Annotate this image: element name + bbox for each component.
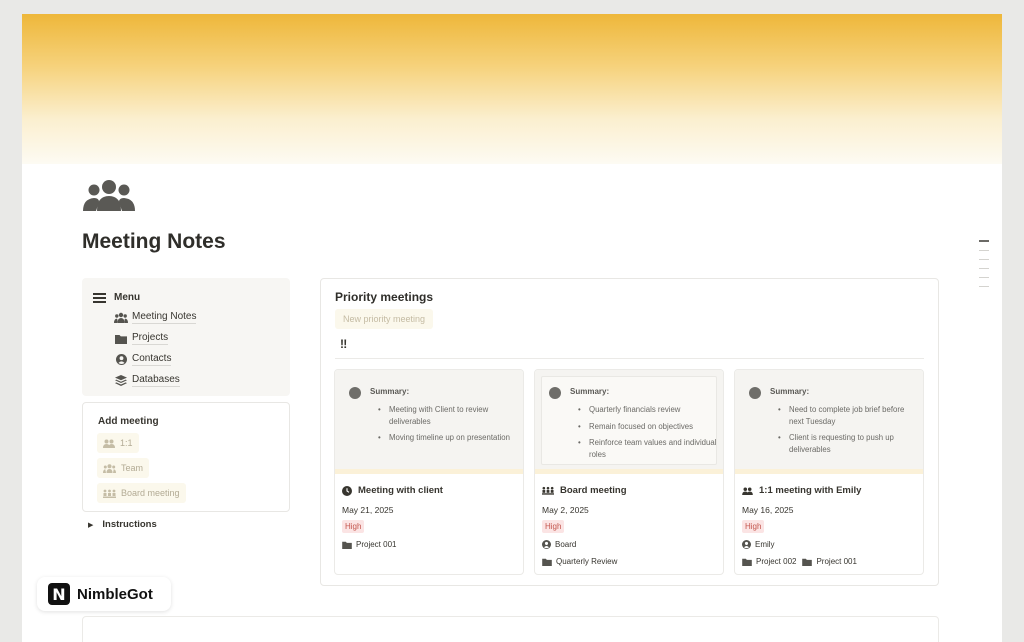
list-item: Need to complete job brief before next T…: [778, 404, 917, 427]
priority-meetings-view: Priority meetings New priority meeting ‼…: [320, 278, 939, 586]
board-icon: [542, 486, 554, 495]
list-item: Remain focused on objectives: [578, 421, 717, 433]
card-title: Meeting with client: [342, 485, 443, 496]
meeting-card[interactable]: Summary: Need to complete job brief befo…: [734, 369, 924, 575]
notion-page: Meeting Notes Menu Meeting Notes Project…: [22, 14, 1002, 642]
brand-name: NimbleGot: [77, 585, 153, 603]
brand-logo: N: [48, 583, 70, 605]
project-property: Quarterly Review: [542, 557, 617, 566]
board-icon: [103, 489, 116, 498]
hamburger-icon: [93, 293, 106, 303]
list-item: Reinforce team values and individual rol…: [578, 437, 717, 460]
people-group-icon[interactable]: [82, 178, 136, 212]
two-people-icon: [742, 486, 753, 495]
project-property: Project 002 Project 001: [742, 557, 857, 566]
meeting-date: May 2, 2025: [542, 505, 589, 515]
summary-list: Quarterly financials review Remain focus…: [578, 404, 717, 465]
page-title: Meeting Notes: [82, 230, 226, 253]
list-item: Client is requesting to push up delivera…: [778, 432, 917, 455]
add-meeting-panel: Add meeting 1:1 Team Board meeting: [82, 402, 290, 512]
summary-list: Meeting with Client to review deliverabl…: [378, 404, 517, 449]
divider: [335, 358, 924, 359]
meeting-card[interactable]: Summary: Meeting with Client to review d…: [334, 369, 524, 575]
add-meeting-heading: Add meeting: [98, 416, 159, 427]
add-one-on-one-button[interactable]: 1:1: [97, 433, 139, 453]
menu-item-databases[interactable]: Databases: [114, 374, 180, 387]
menu-item-meeting-notes[interactable]: Meeting Notes: [114, 311, 197, 324]
card-preview: Summary: Need to complete job brief befo…: [735, 370, 923, 474]
list-item: Quarterly financials review: [578, 404, 717, 416]
meeting-date: May 21, 2025: [342, 505, 394, 515]
toggle-triangle-icon: ▶: [88, 521, 94, 529]
menu-item-contacts[interactable]: Contacts: [114, 353, 172, 366]
list-item: Moving timeline up on presentation: [378, 432, 517, 444]
layers-icon: [114, 375, 128, 387]
summary-list: Need to complete job brief before next T…: [778, 404, 917, 460]
clock-icon: [342, 485, 352, 496]
person-circle-icon: [742, 540, 751, 549]
menu-callout: Menu Meeting Notes Projects Contacts Dat…: [82, 278, 290, 396]
person-circle-icon: [114, 354, 128, 366]
project-property: Project 001: [342, 540, 396, 549]
list-item: Meeting with Client to review deliverabl…: [378, 404, 517, 427]
person-circle-icon: [542, 540, 551, 549]
folder-icon: [342, 541, 352, 549]
priority-meetings-title: Priority meetings: [335, 290, 434, 304]
meeting-date: May 16, 2025: [742, 505, 794, 515]
priority-marker: ‼: [340, 337, 348, 351]
meeting-card[interactable]: Summary: Quarterly financials review Rem…: [534, 369, 724, 575]
instructions-toggle[interactable]: ▶ Instructions: [88, 519, 157, 530]
table-of-contents[interactable]: [979, 240, 989, 295]
menu-heading: Menu: [93, 292, 140, 303]
brand-badge: N NimbleGot: [37, 577, 171, 611]
card-preview: Summary: Quarterly financials review Rem…: [535, 370, 723, 474]
people-icon: [114, 312, 128, 324]
cover-banner[interactable]: [22, 14, 1002, 164]
circle-icon: [549, 387, 561, 399]
priority-badge: High: [742, 520, 765, 533]
two-people-icon: [103, 439, 115, 448]
new-priority-meeting-button[interactable]: New priority meeting: [335, 309, 434, 329]
priority-badge: High: [542, 520, 565, 533]
circle-icon: [749, 387, 761, 399]
add-team-button[interactable]: Team: [97, 458, 150, 478]
group-icon: [103, 463, 116, 473]
priority-badge: High: [342, 520, 365, 533]
folder-icon: [802, 558, 813, 566]
add-board-meeting-button[interactable]: Board meeting: [97, 483, 186, 503]
card-preview: Summary: Meeting with Client to review d…: [335, 370, 523, 474]
folder-icon: [742, 558, 752, 566]
contact-property: Emily: [742, 540, 775, 549]
folder-icon: [114, 333, 128, 345]
card-title: Board meeting: [542, 485, 627, 496]
folder-icon: [542, 558, 552, 566]
menu-item-projects[interactable]: Projects: [114, 332, 169, 345]
contact-property: Board: [542, 540, 576, 549]
circle-icon: [349, 387, 361, 399]
card-title: 1:1 meeting with Emily: [742, 485, 861, 496]
next-block: [82, 616, 939, 642]
